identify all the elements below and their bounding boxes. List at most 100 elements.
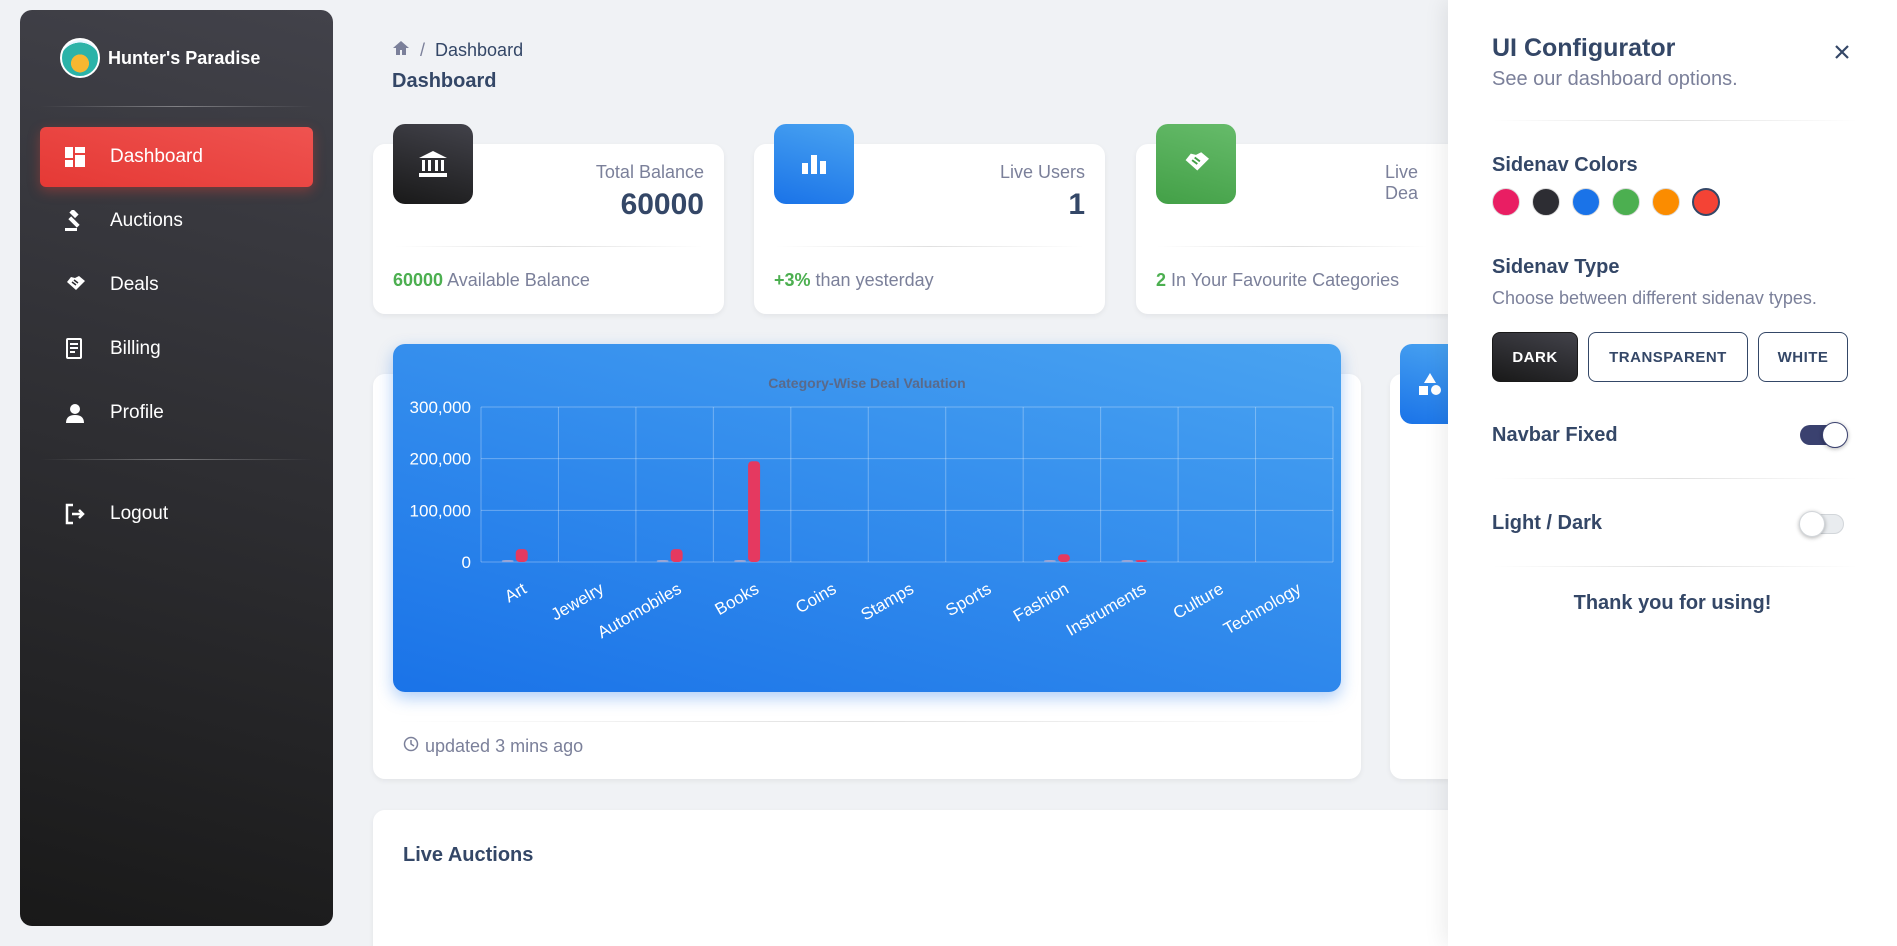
toggle-knob: [1799, 511, 1825, 537]
sidenav-type-buttons: DARK TRANSPARENT WHITE: [1492, 332, 1858, 382]
chart-bar: [515, 549, 528, 562]
sidenav: Hunter's Paradise Dashboard Auctions Dea…: [20, 10, 333, 926]
chart-bar: [748, 461, 761, 562]
sidebar-item-label: Dashboard: [110, 146, 203, 167]
gavel-icon: [62, 208, 88, 234]
sidebar-item-logout[interactable]: Logout: [40, 484, 313, 544]
divider: [393, 246, 704, 247]
live-auctions-card: Live Auctions: [373, 810, 1450, 946]
chart-bar: [656, 560, 669, 562]
x-tick-label: Fashion: [1010, 579, 1072, 626]
ui-configurator: UI Configurator See our dashboard option…: [1448, 0, 1897, 946]
sidenav-type-white-button[interactable]: WHITE: [1758, 332, 1848, 382]
sidebar-item-profile[interactable]: Profile: [40, 383, 313, 443]
x-tick-label: Jewelry: [548, 579, 608, 625]
brand-logo: [60, 38, 100, 78]
brand[interactable]: Hunter's Paradise: [20, 10, 333, 106]
sidenav-type-title: Sidenav Type: [1492, 256, 1620, 278]
breadcrumb-current: Dashboard: [435, 40, 524, 60]
chart-bar: [1135, 560, 1148, 562]
chart-title: Category-Wise Deal Valuation: [768, 375, 965, 391]
swatch-red[interactable]: [1692, 188, 1720, 216]
stat-value: 60000: [620, 188, 704, 221]
close-icon[interactable]: [1834, 36, 1850, 67]
y-tick-label: 0: [462, 553, 471, 572]
x-tick-label: Stamps: [858, 579, 917, 624]
sidebar-item-label: Logout: [110, 503, 169, 524]
divider: [393, 721, 1341, 722]
stat-footer: 2 In Your Favourite Categories: [1156, 270, 1400, 290]
configurator-subtitle: See our dashboard options.: [1492, 68, 1738, 90]
breadcrumb: / Dashboard: [392, 40, 523, 61]
sidenav-colors-title: Sidenav Colors: [1492, 154, 1638, 176]
x-tick-label: Technology: [1220, 579, 1304, 639]
swatch-green[interactable]: [1612, 188, 1640, 216]
logout-icon: [62, 501, 88, 527]
sidebar-item-label: Deals: [110, 274, 159, 295]
y-tick-label: 200,000: [410, 450, 471, 469]
bar-chart: Category-Wise Deal Valuation 300,000 200,0…: [393, 344, 1341, 692]
sidebar-item-label: Auctions: [110, 210, 183, 231]
sidebar-item-billing[interactable]: Billing: [40, 319, 313, 379]
toggle-knob: [1822, 422, 1848, 448]
sidebar-item-deals[interactable]: Deals: [40, 255, 313, 315]
navbar-fixed-toggle[interactable]: [1800, 422, 1848, 448]
sidenav-type-dark-button[interactable]: DARK: [1492, 332, 1578, 382]
page-title: Dashboard: [392, 70, 497, 92]
home-icon[interactable]: [392, 40, 410, 61]
chart-bar: [1043, 560, 1056, 562]
swatch-orange[interactable]: [1652, 188, 1680, 216]
sidenav-menu: Dashboard Auctions Deals Billing Profile: [20, 107, 333, 443]
divider: [1492, 478, 1858, 479]
navbar-fixed-label: Navbar Fixed: [1492, 424, 1618, 446]
x-tick-label: Automobiles: [594, 579, 685, 642]
sidebar-item-auctions[interactable]: Auctions: [40, 191, 313, 251]
stat-card-live-users: Live Users 1 +3% than yesterday: [754, 124, 1105, 314]
y-tick-label: 300,000: [410, 398, 471, 417]
x-tick-label: Culture: [1170, 579, 1227, 623]
stat-card-total-balance: Total Balance 60000 60000 Available Bala…: [373, 124, 724, 314]
swatch-pink[interactable]: [1492, 188, 1520, 216]
handshake-icon: [62, 272, 88, 298]
x-tick-label: Books: [712, 579, 762, 619]
x-tick-label: Art: [501, 579, 530, 606]
divider: [40, 459, 313, 460]
divider: [1492, 120, 1858, 121]
chart-bar: [734, 560, 747, 562]
live-auctions-title: Live Auctions: [403, 844, 534, 866]
chart-bar: [501, 560, 514, 562]
x-tick-label: Instruments: [1063, 579, 1149, 640]
color-swatches: [1492, 188, 1732, 216]
stat-label: Live Dea: [1385, 162, 1419, 203]
stat-label: Live Users: [999, 162, 1085, 182]
person-icon: [62, 400, 88, 426]
bar-chart-icon: [774, 124, 854, 204]
chart-updated-text: updated 3 mins ago: [425, 736, 584, 756]
chart-bar: [1121, 560, 1134, 562]
light-dark-label: Light / Dark: [1492, 512, 1603, 534]
chart-bar: [1057, 554, 1070, 562]
x-tick-label: Sports: [942, 579, 994, 620]
divider: [774, 246, 1085, 247]
light-dark-toggle[interactable]: [1799, 511, 1844, 537]
brand-name: Hunter's Paradise: [108, 47, 261, 68]
sidebar-item-label: Billing: [110, 338, 161, 359]
stat-value: 1: [1068, 188, 1085, 221]
swatch-dark[interactable]: [1532, 188, 1560, 216]
dashboard-icon: [62, 144, 88, 170]
handshake-icon: [1156, 124, 1236, 204]
stat-footer: +3% than yesterday: [774, 270, 934, 290]
divider: [1492, 566, 1858, 567]
x-tick-label: Coins: [792, 579, 839, 617]
stat-footer: 60000 Available Balance: [393, 270, 590, 290]
sidenav-type-transparent-button[interactable]: TRANSPARENT: [1588, 332, 1748, 382]
sidebar-item-dashboard[interactable]: Dashboard: [40, 127, 313, 187]
bank-icon: [393, 124, 473, 204]
configurator-title: UI Configurator: [1492, 34, 1676, 62]
divider: [1156, 246, 1430, 247]
stat-card-live-deals: Live Dea 2 In Your Favourite Categories: [1136, 124, 1450, 314]
chart-footer: updated 3 mins ago: [403, 736, 583, 757]
chart-card: Category-Wise Deal Valuation 300,000 200,0…: [373, 344, 1361, 779]
receipt-icon: [62, 336, 88, 362]
swatch-blue[interactable]: [1572, 188, 1600, 216]
